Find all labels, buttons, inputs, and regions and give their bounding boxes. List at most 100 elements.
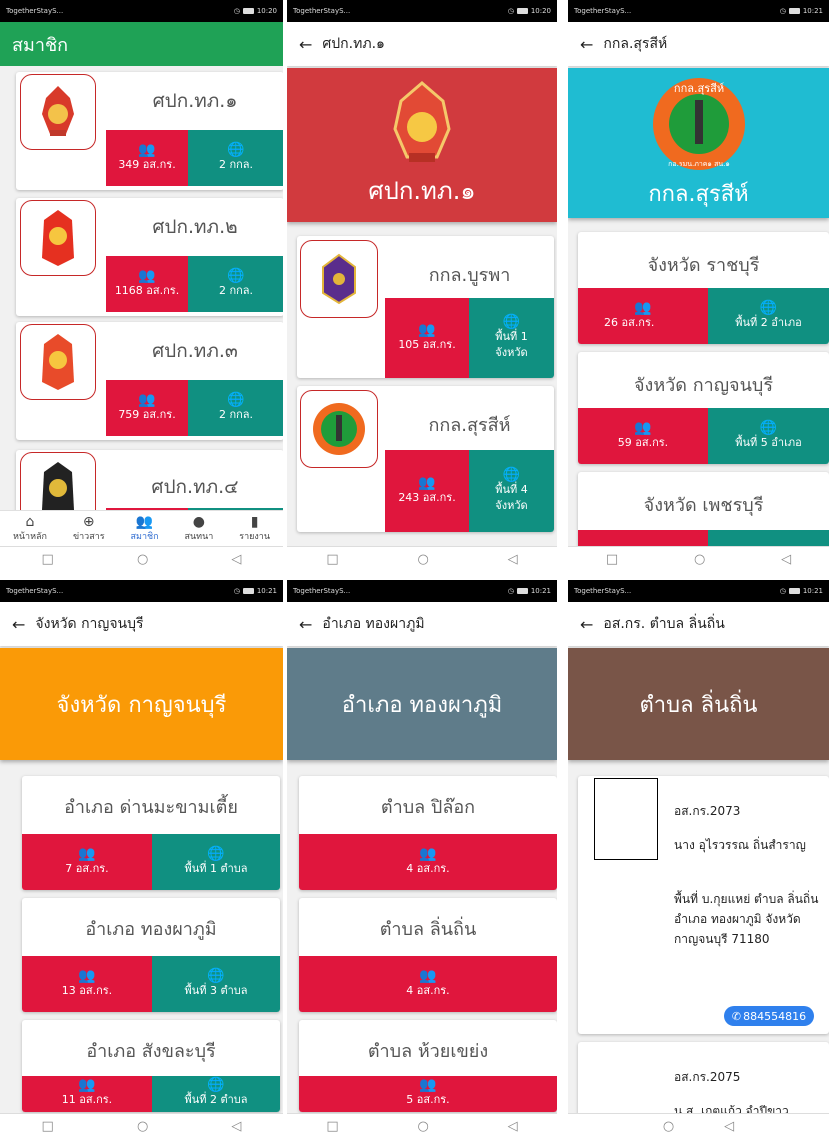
area-count[interactable]: 🌐 พื้นที่ 1 จังหวัด — [469, 298, 554, 378]
home-button[interactable]: ○ — [417, 1119, 428, 1134]
clock: 10:20 — [256, 7, 277, 15]
globe-icon: 🌐 — [502, 313, 521, 330]
member-count[interactable]: 👥 59 อส.กร. — [578, 408, 708, 464]
back-button[interactable]: ◁ — [781, 552, 791, 567]
area-count[interactable]: 🌐 พื้นที่ 5 อำเภอ — [708, 408, 829, 464]
status-bar: TogetherStayS... ◷ 10:21 — [568, 580, 829, 602]
home-button[interactable]: ○ — [663, 1119, 674, 1134]
emblem-logo — [20, 324, 96, 400]
member-card[interactable]: ศปก.ทภ.๒ 👥 1168 อส.กร. 🌐 2 กกล. — [16, 198, 283, 316]
app-bar: สมาชิก — [0, 22, 283, 66]
back-button[interactable]: ◁ — [231, 552, 241, 567]
bottom-navigation: ⌂ หน้าหลัก ⊕ ข่าวสาร 👥 สมาชิก ● สนทนา ▮ รายงา… — [0, 510, 283, 546]
screen-province: TogetherStayS... ◷ 10:21 ← จังหวัด กาญจนบุร… — [0, 580, 283, 1139]
member-count[interactable]: 👥 26 อส.กร. — [578, 288, 708, 344]
carrier-text: TogetherStayS... — [293, 587, 351, 595]
member-card[interactable]: ศปก.ทภ.๑ 👥 349 อส.กร. 🌐 2 กกล. — [16, 72, 283, 190]
home-button[interactable]: ○ — [694, 552, 705, 567]
card-title: ศปก.ทภ.๓ — [152, 340, 238, 362]
unit-card[interactable]: กกล.สุรสีห์ 👥 243 อส.กร. 🌐 พื้นที่ 4 จังหวั… — [297, 386, 554, 532]
hero-title: ตำบล ลิ่นถิ่น — [639, 692, 758, 718]
member-count[interactable]: 👥 5 อส.กร. — [299, 1076, 557, 1112]
province-card[interactable]: จังหวัด กาญจนบุรี 👥 59 อส.กร. 🌐 พื้นที่ 5 … — [578, 352, 829, 464]
nav-home[interactable]: ⌂ หน้าหลัก — [13, 515, 47, 543]
area-count[interactable]: 🌐 2 กกล. — [188, 256, 283, 312]
people-icon: 👥 — [138, 267, 156, 284]
area-count[interactable]: 🌐 พื้นที่ 4 จังหวัด — [469, 450, 554, 532]
member-count[interactable]: 👥 1168 อส.กร. — [106, 256, 188, 312]
member-count[interactable]: 👥 759 อส.กร. — [106, 380, 188, 436]
battery-icon — [788, 588, 800, 594]
member-count[interactable]: 👥 7 อส.กร. — [22, 834, 152, 890]
member-count[interactable]: 👥 11 อส.กร. — [22, 1076, 152, 1112]
recents-button[interactable]: □ — [326, 1119, 338, 1134]
district-card[interactable]: อำเภอ ทองผาภูมิ 👥 13 อส.กร. 🌐 พื้นที่ 3 ตำ… — [22, 898, 280, 1012]
hero-banner: กกล.สุรสีห์ กอ.รมน.ภาค๑ สน.๑ กกล.สุรสีห์ — [568, 68, 829, 218]
back-button[interactable]: ◁ — [724, 1119, 734, 1134]
system-nav: ○ ◁ — [568, 1113, 829, 1139]
carrier-text: TogetherStayS... — [574, 587, 632, 595]
member-count[interactable]: 👥 243 อส.กร. — [385, 450, 469, 532]
member-count[interactable]: 👥 105 อส.กร. — [385, 298, 469, 378]
globe-icon: 🌐 — [207, 967, 225, 984]
area-count[interactable]: 🌐 2 กกล. — [188, 130, 283, 186]
recents-button[interactable]: □ — [606, 552, 618, 567]
phone-button[interactable]: ✆ 884554816 — [724, 1006, 814, 1026]
people-icon: 👥 — [78, 845, 96, 862]
globe-icon: ⊕ — [82, 513, 95, 530]
back-arrow-icon[interactable]: ← — [580, 615, 593, 634]
member-card[interactable]: ศปก.ทภ.๓ 👥 759 อส.กร. 🌐 2 กกล. — [16, 322, 283, 440]
nav-report[interactable]: ▮ รายงาน — [239, 515, 270, 543]
people-icon: 👥 — [418, 321, 436, 338]
emblem-logo — [20, 74, 96, 150]
hero-title: อำเภอ ทองผาภูมิ — [341, 692, 503, 718]
globe-icon: 🌐 — [207, 845, 225, 862]
subdistrict-card[interactable]: ตำบล ลิ่นถิ่น 👥 4 อส.กร. — [299, 898, 557, 1012]
back-arrow-icon[interactable]: ← — [299, 615, 312, 634]
back-button[interactable]: ◁ — [508, 552, 518, 567]
home-button[interactable]: ○ — [137, 552, 148, 567]
emblem-logo — [20, 200, 96, 276]
subdistrict-card[interactable]: ตำบล ปิล๊อก 👥 4 อส.กร. — [299, 776, 557, 890]
person-card[interactable]: อส.กร.2073 นาง อุไรวรรณ ถิ่นสำราญ พื้นที… — [578, 776, 829, 1034]
app-bar: ← กกล.สุรสีห์ — [568, 22, 829, 66]
people-icon: 👥 — [78, 1077, 96, 1093]
area-count[interactable]: 🌐 พื้นที่ 3 ตำบล — [152, 956, 280, 1012]
province-card[interactable]: จังหวัด ราชบุรี 👥 26 อส.กร. 🌐 พื้นที่ 2 อำ… — [578, 232, 829, 344]
area-count[interactable]: 🌐 2 กกล. — [188, 380, 283, 436]
area-count[interactable]: 🌐 พื้นที่ 2 อำเภอ — [708, 288, 829, 344]
back-arrow-icon[interactable]: ← — [299, 35, 312, 54]
back-button[interactable]: ◁ — [231, 1119, 241, 1134]
card-title: ตำบล ลิ่นถิ่น — [379, 919, 477, 940]
alarm-icon: ◷ — [779, 7, 786, 15]
member-count[interactable]: 👥 4 อส.กร. — [299, 956, 557, 1012]
member-count[interactable]: 👥 4 อส.กร. — [299, 834, 557, 890]
recents-button[interactable]: □ — [42, 1119, 54, 1134]
area-count[interactable]: 🌐 พื้นที่ 2 ตำบล — [152, 1076, 280, 1112]
province-card[interactable]: จังหวัด เพชรบุรี — [578, 472, 829, 552]
home-button[interactable]: ○ — [137, 1119, 148, 1134]
recents-button[interactable]: □ — [326, 552, 338, 567]
member-count[interactable]: 👥 349 อส.กร. — [106, 130, 188, 186]
hero-title: ศปก.ทภ.๑ — [368, 176, 476, 205]
member-count[interactable]: 👥 13 อส.กร. — [22, 956, 152, 1012]
alarm-icon: ◷ — [233, 7, 240, 15]
district-card[interactable]: อำเภอ สังขละบุรี 👥 11 อส.กร. 🌐 พื้นที่ 2 ต… — [22, 1020, 280, 1112]
subdistrict-card[interactable]: ตำบล ห้วยเขย่ง 👥 5 อส.กร. — [299, 1020, 557, 1112]
nav-chat[interactable]: ● สนทนา — [185, 515, 214, 543]
member-name: นาง อุไรวรรณ ถิ่นสำราญ — [674, 838, 806, 852]
back-arrow-icon[interactable]: ← — [580, 35, 593, 54]
back-arrow-icon[interactable]: ← — [12, 615, 25, 634]
status-bar: TogetherStayS... ◷ 10:21 — [0, 580, 283, 602]
home-button[interactable]: ○ — [417, 552, 428, 567]
back-button[interactable]: ◁ — [508, 1119, 518, 1134]
unit-card[interactable]: กกล.บูรพา 👥 105 อส.กร. 🌐 พื้นที่ 1 จังหวัด — [297, 236, 554, 378]
recents-button[interactable]: □ — [42, 552, 54, 567]
area-count[interactable]: 🌐 พื้นที่ 1 ตำบล — [152, 834, 280, 890]
nav-members[interactable]: 👥 สมาชิก — [131, 515, 159, 543]
phone-icon: ✆ — [731, 1009, 742, 1023]
district-card[interactable]: อำเภอ ด่านมะขามเตี้ย 👥 7 อส.กร. 🌐 พื้นที่ … — [22, 776, 280, 890]
nav-news[interactable]: ⊕ ข่าวสาร — [73, 515, 105, 543]
carrier-text: TogetherStayS... — [6, 7, 64, 15]
status-bar: TogetherStayS... ◷ 10:20 — [287, 0, 557, 22]
